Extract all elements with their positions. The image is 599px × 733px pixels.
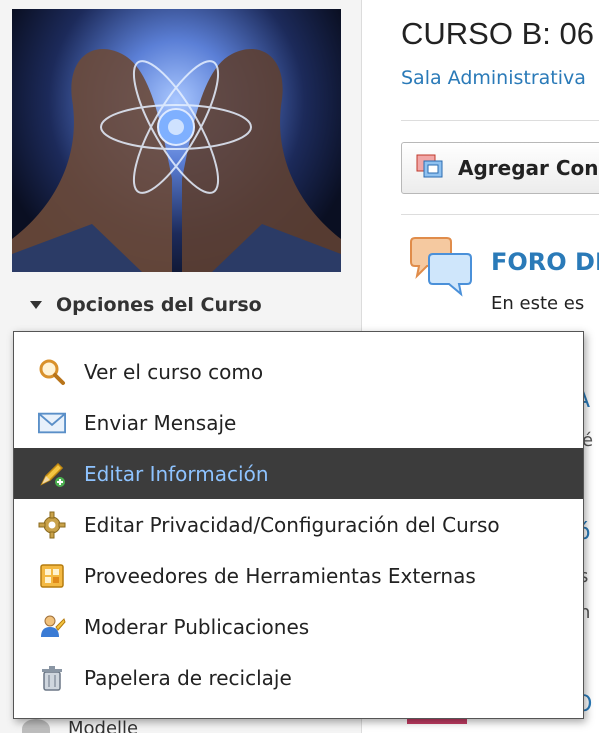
course-options-toggle[interactable]: Opciones del Curso [30, 294, 262, 316]
course-banner-image [12, 9, 341, 272]
menu-item-moderate-posts[interactable]: Moderar Publicaciones [14, 601, 583, 652]
envelope-icon [38, 409, 66, 437]
menu-item-label: Papelera de reciclaje [84, 665, 292, 690]
pencil-icon [38, 460, 66, 488]
tools-icon [38, 562, 66, 590]
forum-title-link[interactable]: FORO DE [491, 248, 599, 276]
menu-item-recycle-bin[interactable]: Papelera de reciclaje [14, 652, 583, 703]
menu-item-view-course-as[interactable]: Ver el curso como [14, 346, 583, 397]
menu-item-edit-information[interactable]: Editar Información [14, 448, 583, 499]
sidebar-bottom-item[interactable]: Modelle [22, 718, 138, 733]
course-options-menu: Ver el curso como Enviar Mensaje Editar … [13, 331, 584, 719]
course-title: CURSO B: 06 [401, 16, 594, 51]
magnifier-icon [38, 358, 66, 386]
menu-item-label: Proveedores de Herramientas Externas [84, 563, 476, 588]
add-content-label: Agregar Con [458, 156, 599, 180]
item-icon [22, 718, 50, 733]
menu-item-label: Ver el curso como [84, 359, 264, 384]
menu-item-external-tool-providers[interactable]: Proveedores de Herramientas Externas [14, 550, 583, 601]
course-subtitle-link[interactable]: Sala Administrativa [401, 67, 586, 89]
divider [401, 120, 599, 121]
divider [401, 214, 599, 215]
forum-bubbles-icon [410, 237, 472, 297]
recycle-bin-icon [38, 664, 66, 692]
user-moderate-icon [38, 613, 66, 641]
add-content-button[interactable]: Agregar Con [401, 142, 599, 194]
menu-item-edit-privacy-settings[interactable]: Editar Privacidad/Configuración del Curs… [14, 499, 583, 550]
forum-description: En este es [491, 293, 585, 314]
menu-item-label: Editar Privacidad/Configuración del Curs… [84, 512, 500, 537]
caret-down-icon [30, 301, 42, 309]
menu-item-label: Editar Información [84, 461, 269, 486]
course-options-label: Opciones del Curso [56, 294, 262, 316]
menu-item-label: Enviar Mensaje [84, 410, 237, 435]
gear-icon [38, 511, 66, 539]
menu-item-send-message[interactable]: Enviar Mensaje [14, 397, 583, 448]
add-content-icon [416, 154, 443, 178]
sidebar-bottom-label: Modelle [68, 718, 139, 733]
menu-item-label: Moderar Publicaciones [84, 614, 310, 639]
